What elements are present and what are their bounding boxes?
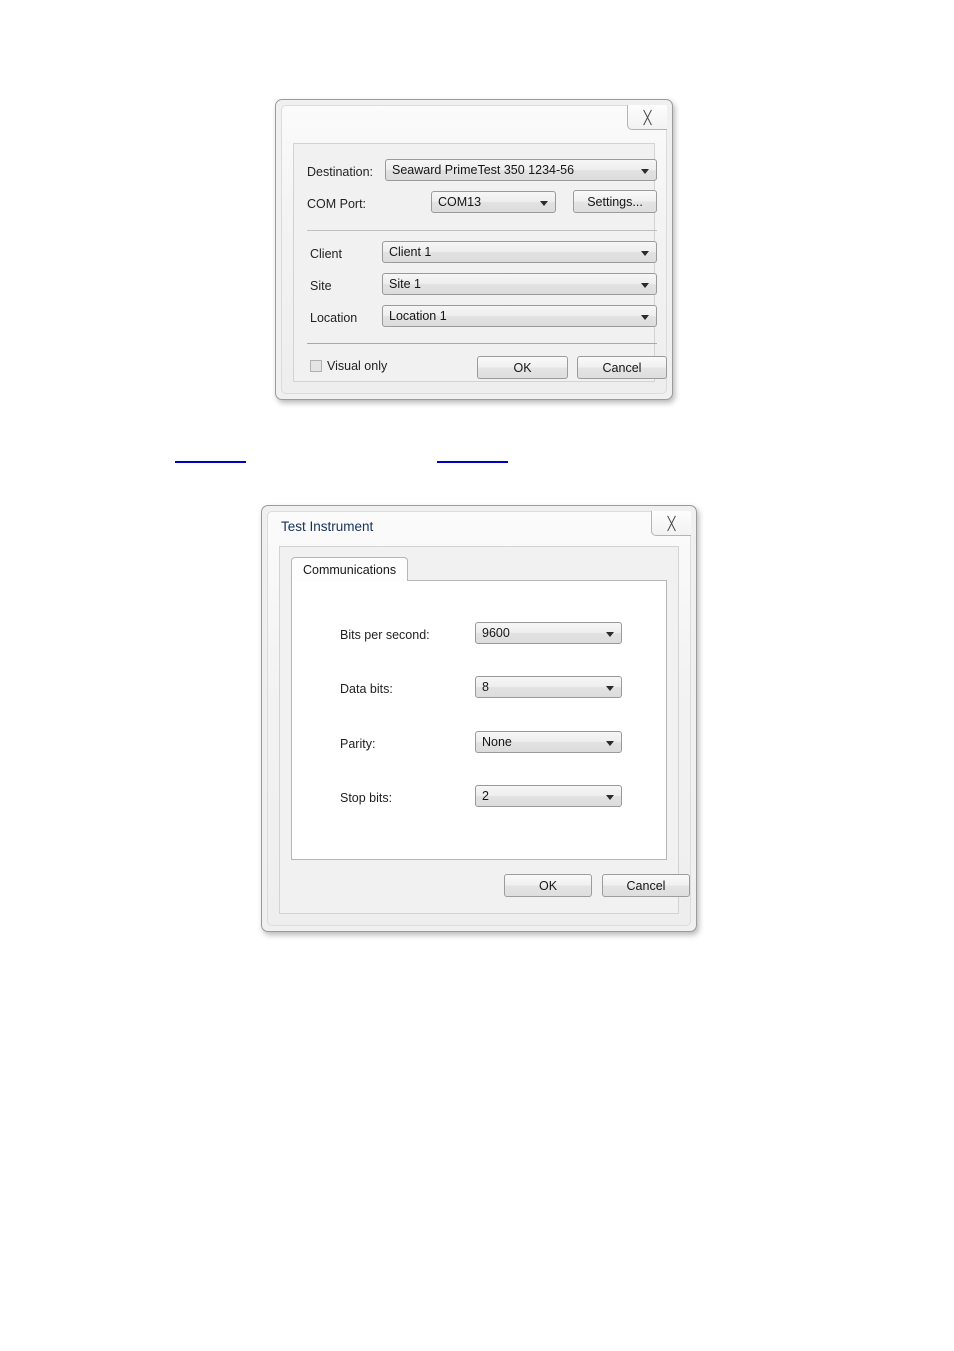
bits-per-second-combobox-value: 9600 <box>482 626 510 640</box>
divider-top <box>307 230 657 231</box>
destination-label: Destination: <box>307 165 374 179</box>
stop-bits-combobox-value: 2 <box>482 789 489 803</box>
chevron-down-icon <box>540 201 548 206</box>
parity-combobox[interactable]: None <box>475 731 622 753</box>
destination-dialog-frame: ╳ Destination: Seaward PrimeTest 350 123… <box>281 105 667 394</box>
location-combobox-value: Location 1 <box>389 309 447 323</box>
com-port-combobox[interactable]: COM13 <box>431 191 556 213</box>
stop-bits-label: Stop bits: <box>340 791 393 805</box>
location-label: Location <box>310 311 358 325</box>
test-instrument-content: Communications Bits per second: 9600 Dat… <box>279 546 690 914</box>
close-icon[interactable]: ╳ <box>651 511 691 536</box>
site-combobox[interactable]: Site 1 <box>382 273 657 295</box>
parity-combobox-value: None <box>482 735 512 749</box>
close-icon[interactable]: ╳ <box>627 105 667 130</box>
bits-per-second-combobox[interactable]: 9600 <box>475 622 622 644</box>
chevron-down-icon <box>606 795 614 800</box>
test-instrument-dialog: Test Instrument ╳ Communications Bits pe… <box>261 505 697 932</box>
chevron-down-icon <box>606 632 614 637</box>
destination-dialog: ╳ Destination: Seaward PrimeTest 350 123… <box>275 99 673 400</box>
data-bits-combobox-value: 8 <box>482 680 489 694</box>
com-port-label: COM Port: <box>307 197 367 211</box>
visual-only-label: Visual only <box>327 359 388 373</box>
chevron-down-icon <box>606 741 614 746</box>
ok-button[interactable]: OK <box>477 356 568 379</box>
visual-only-checkbox[interactable]: Visual only <box>310 359 387 373</box>
stop-bits-combobox[interactable]: 2 <box>475 785 622 807</box>
destination-combobox-value: Seaward PrimeTest 350 1234-56 <box>392 163 575 177</box>
client-combobox-value: Client 1 <box>389 245 432 259</box>
tab-communications[interactable]: Communications <box>291 557 409 581</box>
link-rule-left[interactable] <box>175 461 246 463</box>
test-instrument-dialog-frame: Test Instrument ╳ Communications Bits pe… <box>267 511 691 926</box>
settings-button[interactable]: Settings... <box>573 190 657 213</box>
checkbox-icon <box>310 360 322 372</box>
ok-button[interactable]: OK <box>504 874 592 897</box>
destination-combobox[interactable]: Seaward PrimeTest 350 1234-56 <box>385 159 657 181</box>
divider-bottom <box>307 343 657 344</box>
parity-label: Parity: <box>340 737 376 751</box>
bits-per-second-label: Bits per second: <box>340 628 430 642</box>
destination-dialog-content: Destination: Seaward PrimeTest 350 1234-… <box>293 143 667 382</box>
cancel-button[interactable]: Cancel <box>602 874 690 897</box>
chevron-down-icon <box>606 686 614 691</box>
site-label: Site <box>310 279 332 293</box>
location-combobox[interactable]: Location 1 <box>382 305 657 327</box>
destination-dialog-titlebar[interactable]: ╳ <box>282 105 667 138</box>
test-instrument-titlebar[interactable]: Test Instrument ╳ <box>268 511 691 544</box>
data-bits-combobox[interactable]: 8 <box>475 676 622 698</box>
data-bits-label: Data bits: <box>340 682 393 696</box>
chevron-down-icon <box>641 251 649 256</box>
link-rule-right[interactable] <box>437 461 508 463</box>
test-instrument-title: Test Instrument <box>281 519 374 534</box>
com-port-combobox-value: COM13 <box>438 195 482 209</box>
chevron-down-icon <box>641 169 649 174</box>
site-combobox-value: Site 1 <box>389 277 421 291</box>
chevron-down-icon <box>641 315 649 320</box>
tab-panel-communications: Bits per second: 9600 Data bits: 8 Parit… <box>291 580 667 860</box>
client-label: Client <box>310 247 342 261</box>
cancel-button[interactable]: Cancel <box>577 356 667 379</box>
client-combobox[interactable]: Client 1 <box>382 241 657 263</box>
chevron-down-icon <box>641 283 649 288</box>
